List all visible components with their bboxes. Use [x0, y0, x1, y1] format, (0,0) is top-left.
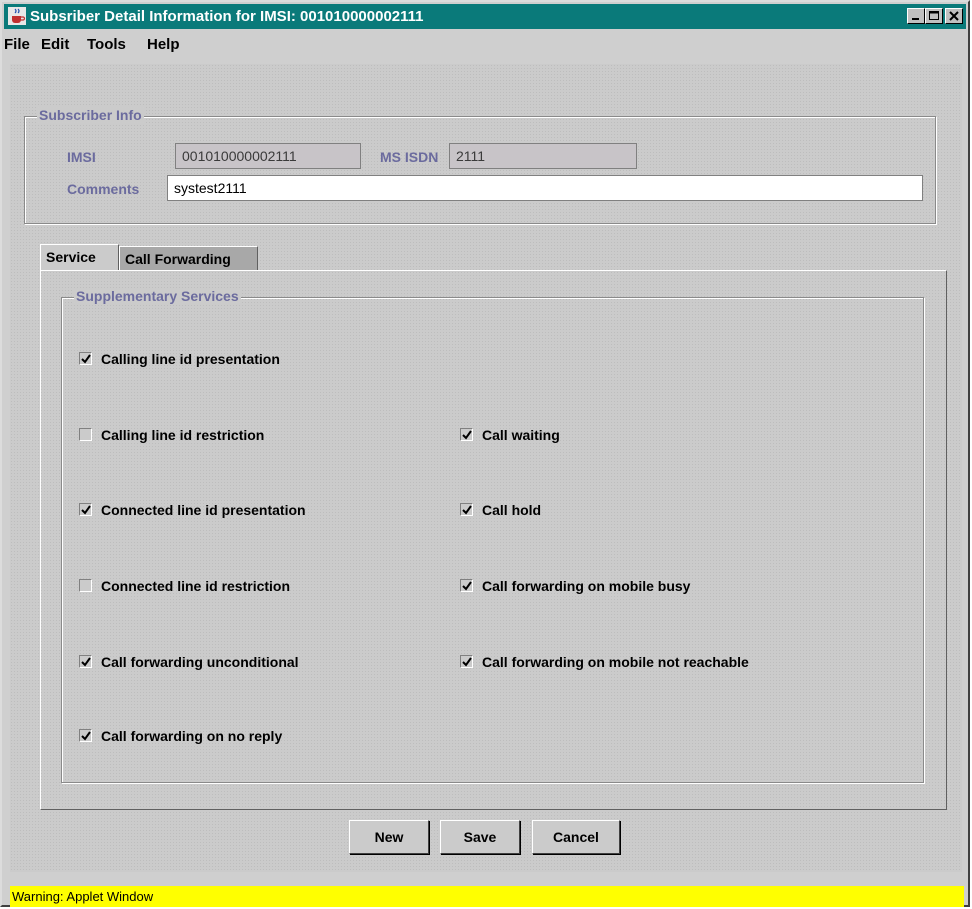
cancel-button[interactable]: Cancel [532, 820, 620, 854]
checkbox-label: Call forwarding on mobile not reachable [482, 654, 749, 670]
close-button[interactable] [945, 8, 963, 24]
checkbox-box[interactable] [79, 352, 92, 365]
checkmark-icon [462, 430, 472, 440]
subscriber-info-group: Subscriber Info IMSI 001010000002111 MS … [24, 107, 936, 224]
menu-bar: File Edit Tools Help [4, 31, 966, 57]
checkmark-icon [81, 505, 91, 515]
checkmark-icon [81, 731, 91, 741]
checkmark-icon [462, 581, 472, 591]
checkbox-label: Call forwarding unconditional [101, 654, 299, 670]
msisdn-label: MS ISDN [380, 149, 439, 165]
menu-edit[interactable]: Edit [41, 36, 69, 53]
msisdn-field[interactable]: 2111 [449, 143, 637, 169]
checkbox-label: Calling line id presentation [101, 351, 280, 367]
checkbox-box[interactable] [460, 503, 473, 516]
new-button[interactable]: New [349, 820, 429, 854]
title-bar[interactable]: Subsriber Detail Information for IMSI: 0… [4, 4, 966, 29]
checkbox-box[interactable] [79, 503, 92, 516]
menu-tools[interactable]: Tools [87, 36, 126, 53]
supplementary-services-group: Supplementary Services Calling line id p… [61, 288, 924, 783]
checkbox-label: Call waiting [482, 427, 560, 443]
checkmark-icon [81, 657, 91, 667]
checkbox-box[interactable] [460, 655, 473, 668]
imsi-label: IMSI [67, 149, 96, 165]
checkbox-label: Call hold [482, 502, 542, 518]
comments-label: Comments [67, 181, 140, 197]
checkbox-label: Call forwarding on no reply [101, 728, 283, 744]
checkbox-box[interactable] [460, 579, 473, 592]
menu-help[interactable]: Help [147, 36, 180, 53]
content-area: Subscriber Info IMSI 001010000002111 MS … [10, 64, 962, 872]
checkbox-label: Connected line id restriction [101, 578, 291, 594]
checkbox-box[interactable] [79, 428, 92, 441]
minimize-icon [912, 18, 919, 20]
window-title: Subsriber Detail Information for IMSI: 0… [30, 8, 424, 25]
maximize-icon [929, 11, 939, 20]
imsi-field[interactable]: 001010000002111 [175, 143, 361, 169]
maximize-button[interactable] [925, 8, 943, 24]
checkbox-box[interactable] [79, 579, 92, 592]
checkbox-box[interactable] [79, 655, 92, 668]
subscriber-info-legend: Subscriber Info [37, 107, 144, 123]
checkbox-label: Calling line id restriction [101, 427, 265, 443]
supplementary-services-legend: Supplementary Services [74, 288, 241, 304]
checkbox-label: Call forwarding on mobile busy [482, 578, 691, 594]
save-button[interactable]: Save [440, 820, 520, 854]
app-window: Subsriber Detail Information for IMSI: 0… [0, 0, 970, 907]
service-tab-panel: Supplementary Services Calling line id p… [40, 270, 947, 810]
tab-service[interactable]: Service [40, 244, 119, 270]
checkmark-icon [462, 657, 472, 667]
applet-warning-bar: Warning: Applet Window [10, 886, 964, 907]
java-cup-icon [8, 7, 26, 25]
checkmark-icon [462, 505, 472, 515]
checkbox-box[interactable] [460, 428, 473, 441]
checkbox-box[interactable] [79, 729, 92, 742]
menu-file[interactable]: File [4, 36, 30, 53]
checkbox-label: Connected line id presentation [101, 502, 306, 518]
close-icon [949, 11, 959, 21]
minimize-button[interactable] [907, 8, 925, 24]
applet-warning-text: Warning: Applet Window [12, 889, 154, 904]
comments-field[interactable]: systest2111 [167, 175, 923, 201]
tab-call-forwarding[interactable]: Call Forwarding [119, 246, 258, 270]
checkmark-icon [81, 354, 91, 364]
